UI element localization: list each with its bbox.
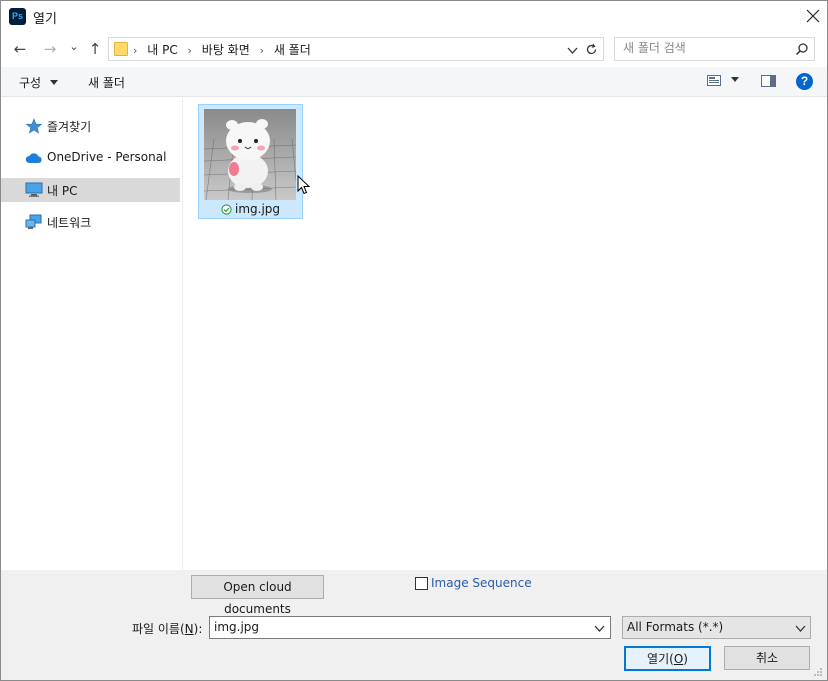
- open-cloud-documents-button[interactable]: Open cloud documents: [191, 575, 324, 616]
- sidebar-item-onedrive[interactable]: OneDrive - Personal: [1, 146, 180, 170]
- file-name-text: img.jpg: [234, 202, 281, 216]
- up-button[interactable]: ↑: [85, 39, 105, 59]
- address-history-button[interactable]: [567, 40, 578, 60]
- new-folder-button[interactable]: 새 폴더: [88, 74, 125, 91]
- file-list-view[interactable]: img.jpg: [184, 98, 827, 570]
- search-input[interactable]: [623, 41, 793, 55]
- filename-dropdown-button[interactable]: [594, 620, 605, 637]
- forward-arrow-icon: →: [43, 40, 57, 58]
- file-type-value: All Formats (*.*): [627, 620, 724, 634]
- sidebar-item-label: 즐겨찾기: [47, 120, 92, 134]
- mouse-cursor-icon: [297, 175, 311, 195]
- filename-label-suffix: ):: [193, 622, 203, 636]
- help-button[interactable]: ?: [796, 73, 813, 90]
- window-title: 열기: [33, 12, 57, 27]
- filename-label-prefix: 파일 이름(: [132, 622, 185, 636]
- close-button[interactable]: [801, 4, 825, 28]
- search-box[interactable]: [614, 37, 815, 61]
- chevron-down-icon: [795, 625, 806, 632]
- open-label-prefix: 열기(: [647, 652, 674, 666]
- sidebar-item-label: 내 PC: [47, 184, 78, 198]
- recent-locations-button[interactable]: ⌄: [64, 37, 84, 57]
- organize-menu-button[interactable]: 구성: [19, 74, 58, 91]
- refresh-icon: [586, 43, 597, 55]
- star-icon: [25, 118, 43, 134]
- file-item[interactable]: img.jpg: [198, 104, 303, 219]
- breadcrumb-separator-icon: ›: [187, 44, 192, 57]
- command-bar: 구성 새 폴더 ?: [1, 67, 827, 97]
- preview-pane-icon: [761, 75, 776, 87]
- sidebar-item-quick-access[interactable]: 즐겨찾기: [1, 114, 180, 138]
- view-icon: [707, 75, 721, 86]
- caret-down-icon: [731, 77, 739, 82]
- sidebar-item-network[interactable]: 네트워크: [1, 210, 180, 234]
- image-thumbnail: [204, 109, 296, 200]
- back-arrow-icon: ←: [13, 40, 27, 58]
- thumbnail-image: [204, 109, 296, 200]
- up-arrow-icon: ↑: [88, 40, 102, 58]
- filename-label-access-key: N: [184, 622, 194, 636]
- folder-icon: [114, 42, 128, 56]
- back-button[interactable]: ←: [10, 39, 30, 59]
- preview-pane-button[interactable]: [761, 75, 776, 90]
- sidebar-item-label: 네트워크: [47, 216, 92, 230]
- address-bar[interactable]: › 내 PC › 바탕 화면 › 새 폴더: [108, 37, 604, 61]
- chevron-down-icon: ⌄: [69, 40, 79, 53]
- cloud-icon: [25, 153, 42, 163]
- filename-label: 파일 이름(N):: [132, 620, 202, 637]
- file-name: img.jpg: [199, 202, 302, 216]
- breadcrumb: › 내 PC › 바탕 화면 › 새 폴더: [133, 41, 317, 58]
- breadcrumb-item-desktop[interactable]: 바탕 화면: [202, 43, 250, 57]
- sidebar-item-label: OneDrive - Personal: [47, 150, 167, 164]
- open-label-suffix: ): [683, 652, 688, 666]
- file-type-dropdown-button[interactable]: [795, 620, 806, 637]
- refresh-button[interactable]: [585, 39, 598, 60]
- computer-icon: [25, 182, 43, 197]
- cancel-button[interactable]: 취소: [724, 646, 810, 670]
- open-button[interactable]: 열기(O): [624, 646, 711, 671]
- breadcrumb-separator-icon: ›: [133, 44, 138, 57]
- organize-label: 구성: [19, 76, 42, 90]
- breadcrumb-separator-icon: ›: [259, 44, 264, 57]
- open-file-dialog: Ps 열기 ← → ⌄ ↑ › 내 PC › 바탕 화면 › 새 폴더 새 폴더…: [0, 0, 828, 681]
- search-icon: [795, 43, 808, 56]
- title-bar: Ps 열기: [1, 1, 827, 32]
- dialog-footer: Open cloud documents Image Sequence 파일 이…: [1, 570, 827, 680]
- network-icon: [25, 214, 42, 229]
- chevron-down-icon: [594, 625, 605, 632]
- resize-grip-icon[interactable]: [813, 667, 823, 677]
- file-type-select[interactable]: All Formats (*.*): [622, 616, 811, 639]
- navigation-pane: 즐겨찾기 OneDrive - Personal 내 PC 네트워크: [1, 98, 183, 570]
- photoshop-app-icon: Ps: [9, 8, 26, 25]
- caret-down-icon: [49, 80, 58, 85]
- filename-combobox[interactable]: [209, 616, 611, 639]
- forward-button[interactable]: →: [40, 39, 60, 59]
- close-icon: [806, 9, 820, 23]
- breadcrumb-item-new-folder[interactable]: 새 폴더: [274, 43, 311, 57]
- open-label-access-key: O: [673, 652, 684, 666]
- filename-input[interactable]: [214, 620, 584, 634]
- change-view-button[interactable]: [707, 75, 721, 89]
- sync-ok-icon: [221, 204, 232, 215]
- view-options-button[interactable]: [731, 75, 739, 85]
- chevron-down-icon: [567, 47, 578, 54]
- sidebar-item-this-pc[interactable]: 내 PC: [1, 178, 180, 202]
- breadcrumb-item-this-pc[interactable]: 내 PC: [147, 43, 177, 57]
- image-sequence-label: Image Sequence: [431, 576, 532, 590]
- image-sequence-checkbox[interactable]: [415, 577, 428, 590]
